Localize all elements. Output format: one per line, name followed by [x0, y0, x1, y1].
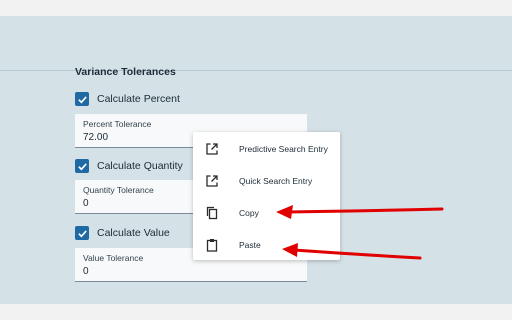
quantity-tolerance-value[interactable]: 0	[83, 198, 89, 209]
quantity-tolerance-label: Quantity Tolerance	[83, 185, 154, 195]
calculate-quantity-label: Calculate Quantity	[97, 160, 183, 172]
menu-item-paste[interactable]: Paste	[193, 229, 340, 261]
menu-item-label: Paste	[239, 240, 261, 250]
value-tolerance-label: Value Tolerance	[83, 253, 144, 263]
menu-item-label: Copy	[239, 208, 259, 218]
percent-tolerance-value[interactable]: 72.00	[83, 132, 108, 143]
open-in-new-icon	[206, 175, 218, 187]
calculate-quantity-checkbox[interactable]	[75, 159, 89, 173]
menu-item-quick-search-entry[interactable]: Quick Search Entry	[193, 165, 340, 197]
calculate-value-checkbox-row[interactable]: Calculate Value	[75, 225, 170, 241]
open-in-new-icon	[206, 143, 218, 155]
calculate-percent-label: Calculate Percent	[97, 93, 180, 105]
checkmark-icon	[77, 229, 87, 237]
clipboard-icon	[206, 239, 218, 252]
percent-tolerance-label: Percent Tolerance	[83, 119, 152, 129]
calculate-value-checkbox[interactable]	[75, 226, 89, 240]
top-strip	[0, 0, 512, 17]
checkmark-icon	[77, 162, 87, 170]
menu-item-predictive-search-entry[interactable]: Predictive Search Entry	[193, 133, 340, 165]
calculate-percent-checkbox-row[interactable]: Calculate Percent	[75, 91, 180, 107]
context-menu: Predictive Search Entry Quick Search Ent…	[193, 132, 340, 260]
calculate-value-label: Calculate Value	[97, 227, 170, 239]
calculate-percent-checkbox[interactable]	[75, 92, 89, 106]
checkmark-icon	[77, 95, 87, 103]
menu-item-copy[interactable]: Copy	[193, 197, 340, 229]
calculate-quantity-checkbox-row[interactable]: Calculate Quantity	[75, 158, 183, 174]
value-tolerance-value[interactable]: 0	[83, 266, 89, 277]
section-title: Variance Tolerances	[75, 66, 176, 78]
menu-item-label: Predictive Search Entry	[239, 144, 328, 154]
menu-item-label: Quick Search Entry	[239, 176, 313, 186]
copy-icon	[206, 206, 218, 220]
